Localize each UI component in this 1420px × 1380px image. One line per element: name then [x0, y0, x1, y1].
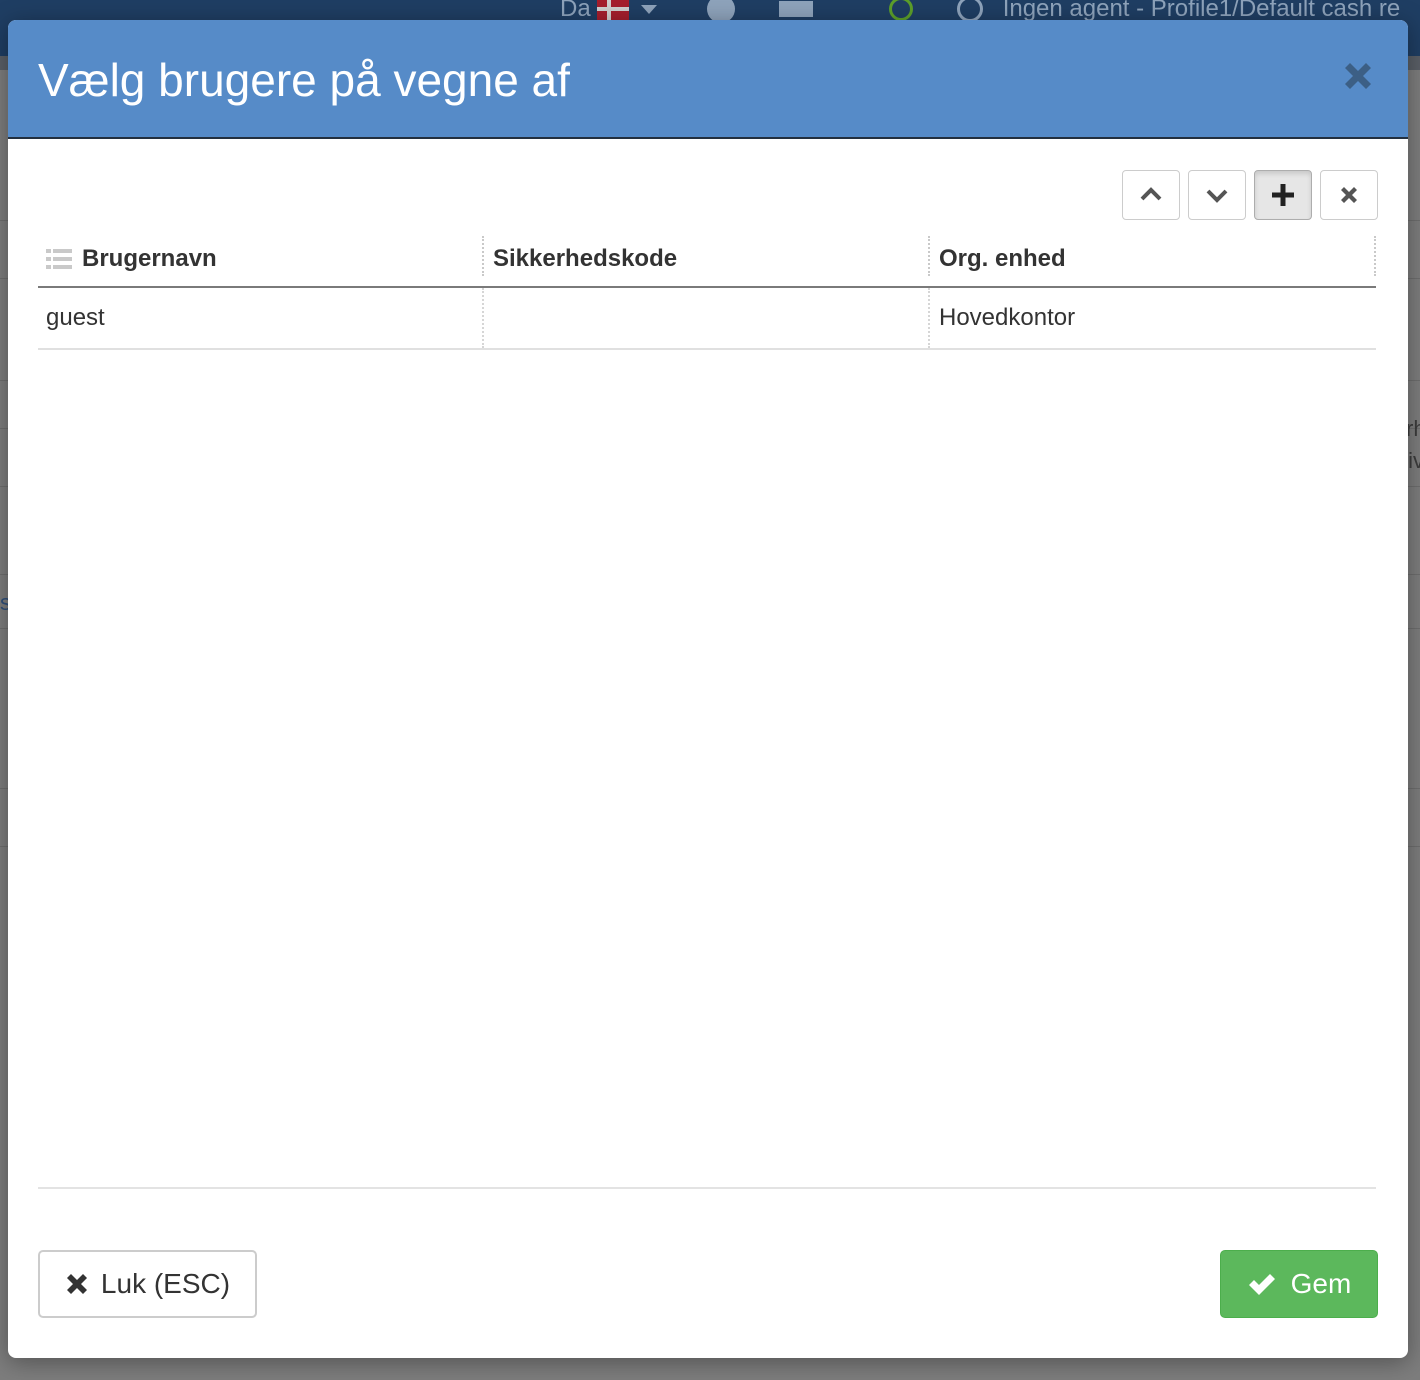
clock-icon[interactable] — [888, 0, 913, 21]
status-icon[interactable] — [956, 0, 983, 22]
close-button[interactable]: Luk (ESC) — [38, 1250, 257, 1318]
column-label: Brugernavn — [82, 245, 217, 272]
footer-divider — [38, 1187, 1376, 1189]
remove-icon — [1341, 187, 1357, 203]
save-button[interactable]: Gem — [1220, 1250, 1378, 1318]
close-icon — [1345, 63, 1371, 89]
announcement-icon[interactable] — [778, 1, 813, 17]
list-icon — [46, 249, 72, 269]
column-header-org-enhed[interactable]: Org. enhed — [930, 232, 1376, 286]
users-grid: Brugernavn Sikkerhedskode Org. enhed gue… — [38, 232, 1376, 350]
chevron-up-icon — [1140, 187, 1162, 201]
column-header-brugernavn[interactable]: Brugernavn — [38, 232, 484, 286]
dialog-title: Vælg brugere på vegne af — [38, 54, 570, 106]
grid-header: Brugernavn Sikkerhedskode Org. enhed — [38, 232, 1376, 288]
table-row[interactable]: guest Hovedkontor — [38, 288, 1376, 350]
close-icon — [66, 1274, 87, 1294]
bg-text-fragment: rh — [1406, 416, 1420, 441]
cell-brugernavn[interactable]: guest — [38, 288, 484, 348]
checkmark-icon — [1248, 1274, 1275, 1295]
close-button-label: Luk (ESC) — [100, 1268, 231, 1299]
cell-sikkerhedskode[interactable] — [484, 288, 930, 348]
cell-org-enhed[interactable]: Hovedkontor — [930, 288, 1376, 348]
column-header-sikkerhedskode[interactable]: Sikkerhedskode — [484, 232, 930, 286]
caret-down-icon[interactable] — [640, 4, 657, 14]
column-label: Org. enhed — [939, 245, 1066, 272]
chevron-down-icon — [1206, 189, 1228, 203]
remove-user-button[interactable] — [1320, 170, 1378, 220]
plus-icon — [1272, 184, 1294, 206]
select-users-dialog: Vælg brugere på vegne af Brugernavn Sikk… — [8, 20, 1408, 1358]
move-down-button[interactable] — [1188, 170, 1246, 220]
move-up-button[interactable] — [1122, 170, 1180, 220]
dialog-header: Vælg brugere på vegne af — [8, 20, 1408, 139]
save-button-label: Gem — [1290, 1268, 1352, 1299]
danish-flag-icon[interactable] — [596, 0, 629, 20]
grid-toolbar — [1122, 170, 1378, 220]
column-label: Sikkerhedskode — [493, 245, 678, 272]
dialog-close-button[interactable] — [1338, 56, 1378, 96]
add-user-button[interactable] — [1254, 170, 1312, 220]
